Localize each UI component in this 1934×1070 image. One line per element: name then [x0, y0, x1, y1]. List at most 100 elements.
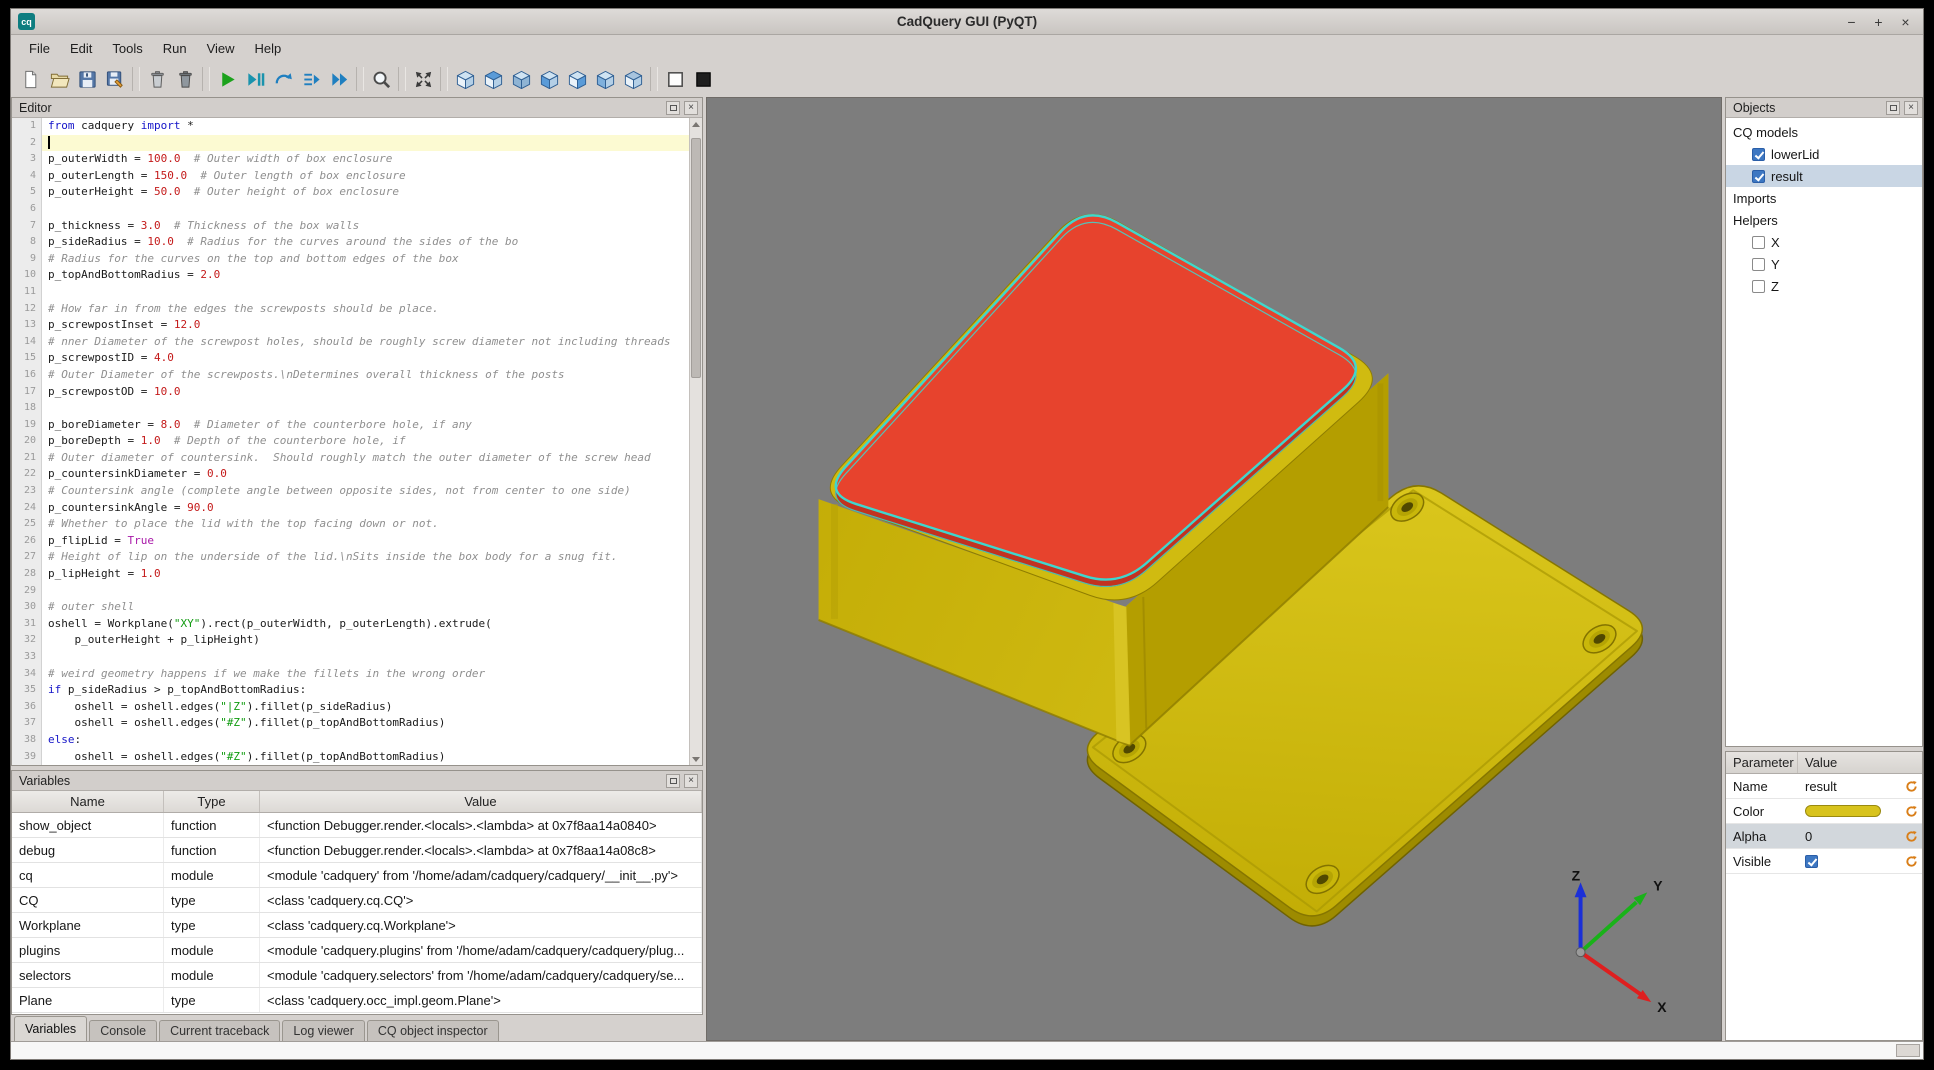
table-row[interactable]: pluginsmodule<module 'cadquery.plugins' … [12, 938, 702, 963]
menu-run[interactable]: Run [153, 37, 197, 60]
clear-button[interactable] [143, 65, 171, 93]
visible-checkbox[interactable] [1805, 855, 1818, 868]
reset-button[interactable] [1900, 780, 1922, 793]
tree-item-cq-models[interactable]: CQ models [1726, 121, 1922, 143]
checkbox-lowerlid[interactable] [1752, 148, 1765, 161]
fit-all-button[interactable] [409, 65, 437, 93]
table-row[interactable]: debugfunction<function Debugger.render.<… [12, 838, 702, 863]
titlebar: cq CadQuery GUI (PyQT) − + × [11, 9, 1923, 35]
view-iso-button[interactable] [451, 65, 479, 93]
objects-undock-button[interactable] [1886, 101, 1900, 115]
code-editor[interactable]: 1from cadquery import *23p_outerWidth = … [12, 118, 702, 765]
new-file-button[interactable] [17, 65, 45, 93]
code-line: 15p_screwpostID = 4.0 [12, 350, 689, 367]
variables-panel: Variables × NameTypeValueshow_objectfunc… [11, 770, 703, 1015]
table-row[interactable]: cqmodule<module 'cadquery' from '/home/a… [12, 863, 702, 888]
editor-undock-button[interactable] [666, 101, 680, 115]
view-front-icon [595, 69, 616, 90]
menu-tools[interactable]: Tools [102, 37, 152, 60]
tree-item-x[interactable]: X [1726, 231, 1922, 253]
param-row-name[interactable]: Nameresult [1726, 774, 1922, 799]
line-number: 29 [12, 583, 42, 600]
param-row-color[interactable]: Color [1726, 799, 1922, 824]
code-line: 21# Outer diameter of countersink. Shoul… [12, 450, 689, 467]
table-row[interactable]: selectorsmodule<module 'cadquery.selecto… [12, 963, 702, 988]
view-right-button[interactable] [563, 65, 591, 93]
variables-close-button[interactable]: × [684, 774, 698, 788]
tab-current-traceback[interactable]: Current traceback [159, 1020, 280, 1041]
variables-undock-button[interactable] [666, 774, 680, 788]
toolbar-separator [650, 67, 658, 91]
tree-item-y[interactable]: Y [1726, 253, 1922, 275]
tree-item-z[interactable]: Z [1726, 275, 1922, 297]
tree-item-helpers[interactable]: Helpers [1726, 209, 1922, 231]
reset-icon [1905, 855, 1918, 868]
delete-button[interactable] [171, 65, 199, 93]
view-bottom-button[interactable] [507, 65, 535, 93]
maximize-button[interactable]: + [1871, 11, 1886, 33]
view-left-button[interactable] [535, 65, 563, 93]
tab-cq-object-inspector[interactable]: CQ object inspector [367, 1020, 499, 1041]
view-back-button[interactable] [619, 65, 647, 93]
wireframe-button[interactable] [661, 65, 689, 93]
menu-file[interactable]: File [19, 37, 60, 60]
menu-edit[interactable]: Edit [60, 37, 102, 60]
table-row[interactable]: CQtype<class 'cadquery.cq.CQ'> [12, 888, 702, 913]
tree-item-lowerlid[interactable]: lowerLid [1726, 143, 1922, 165]
step-next-button[interactable] [297, 65, 325, 93]
param-row-visible[interactable]: Visible [1726, 849, 1922, 874]
tree-item-label: Helpers [1733, 213, 1778, 228]
open-file-button[interactable] [45, 65, 73, 93]
param-name: Visible [1726, 854, 1798, 869]
checkbox-z[interactable] [1752, 280, 1765, 293]
table-row[interactable]: show_objectfunction<function Debugger.re… [12, 813, 702, 838]
3d-viewport[interactable]: Z Y X [706, 97, 1722, 1041]
step-button[interactable] [269, 65, 297, 93]
tab-log-viewer[interactable]: Log viewer [282, 1020, 364, 1041]
tree-item-label: CQ models [1733, 125, 1798, 140]
editor-scrollbar[interactable] [689, 118, 702, 765]
scroll-up-icon[interactable] [690, 118, 702, 130]
checkbox-y[interactable] [1752, 258, 1765, 271]
tab-console[interactable]: Console [89, 1020, 157, 1041]
scrollbar-thumb[interactable] [691, 138, 701, 378]
tree-item-result[interactable]: result [1726, 165, 1922, 187]
wireframe-icon [665, 69, 686, 90]
render-icon [217, 69, 238, 90]
view-front-button[interactable] [591, 65, 619, 93]
line-number: 27 [12, 549, 42, 566]
view-top-button[interactable] [479, 65, 507, 93]
param-name: Color [1726, 804, 1798, 819]
resize-grip[interactable] [1896, 1044, 1920, 1057]
tree-item-imports[interactable]: Imports [1726, 187, 1922, 209]
shaded-button[interactable] [689, 65, 717, 93]
line-number: 17 [12, 384, 42, 401]
objects-close-button[interactable]: × [1904, 101, 1918, 115]
close-button[interactable]: × [1898, 11, 1913, 33]
scroll-down-icon[interactable] [690, 753, 702, 765]
zoom-to-fit-button[interactable] [367, 65, 395, 93]
render-button[interactable] [213, 65, 241, 93]
continue-button[interactable] [325, 65, 353, 93]
minimize-button[interactable]: − [1844, 11, 1859, 33]
line-number: 37 [12, 715, 42, 732]
table-row[interactable]: Workplanetype<class 'cadquery.cq.Workpla… [12, 913, 702, 938]
menu-help[interactable]: Help [245, 37, 292, 60]
debug-button[interactable] [241, 65, 269, 93]
line-number: 34 [12, 666, 42, 683]
checkbox-result[interactable] [1752, 170, 1765, 183]
save-as-button[interactable] [101, 65, 129, 93]
reset-button[interactable] [1900, 855, 1922, 868]
menu-view[interactable]: View [197, 37, 245, 60]
checkbox-x[interactable] [1752, 236, 1765, 249]
tab-variables[interactable]: Variables [14, 1016, 87, 1041]
line-number: 24 [12, 500, 42, 517]
reset-button[interactable] [1900, 830, 1922, 843]
param-row-alpha[interactable]: Alpha0 [1726, 824, 1922, 849]
editor-close-button[interactable]: × [684, 101, 698, 115]
color-swatch[interactable] [1805, 805, 1881, 817]
code-line: 9# Radius for the curves on the top and … [12, 251, 689, 268]
reset-button[interactable] [1900, 805, 1922, 818]
save-file-button[interactable] [73, 65, 101, 93]
table-row[interactable]: Planetype<class 'cadquery.occ_impl.geom.… [12, 988, 702, 1013]
